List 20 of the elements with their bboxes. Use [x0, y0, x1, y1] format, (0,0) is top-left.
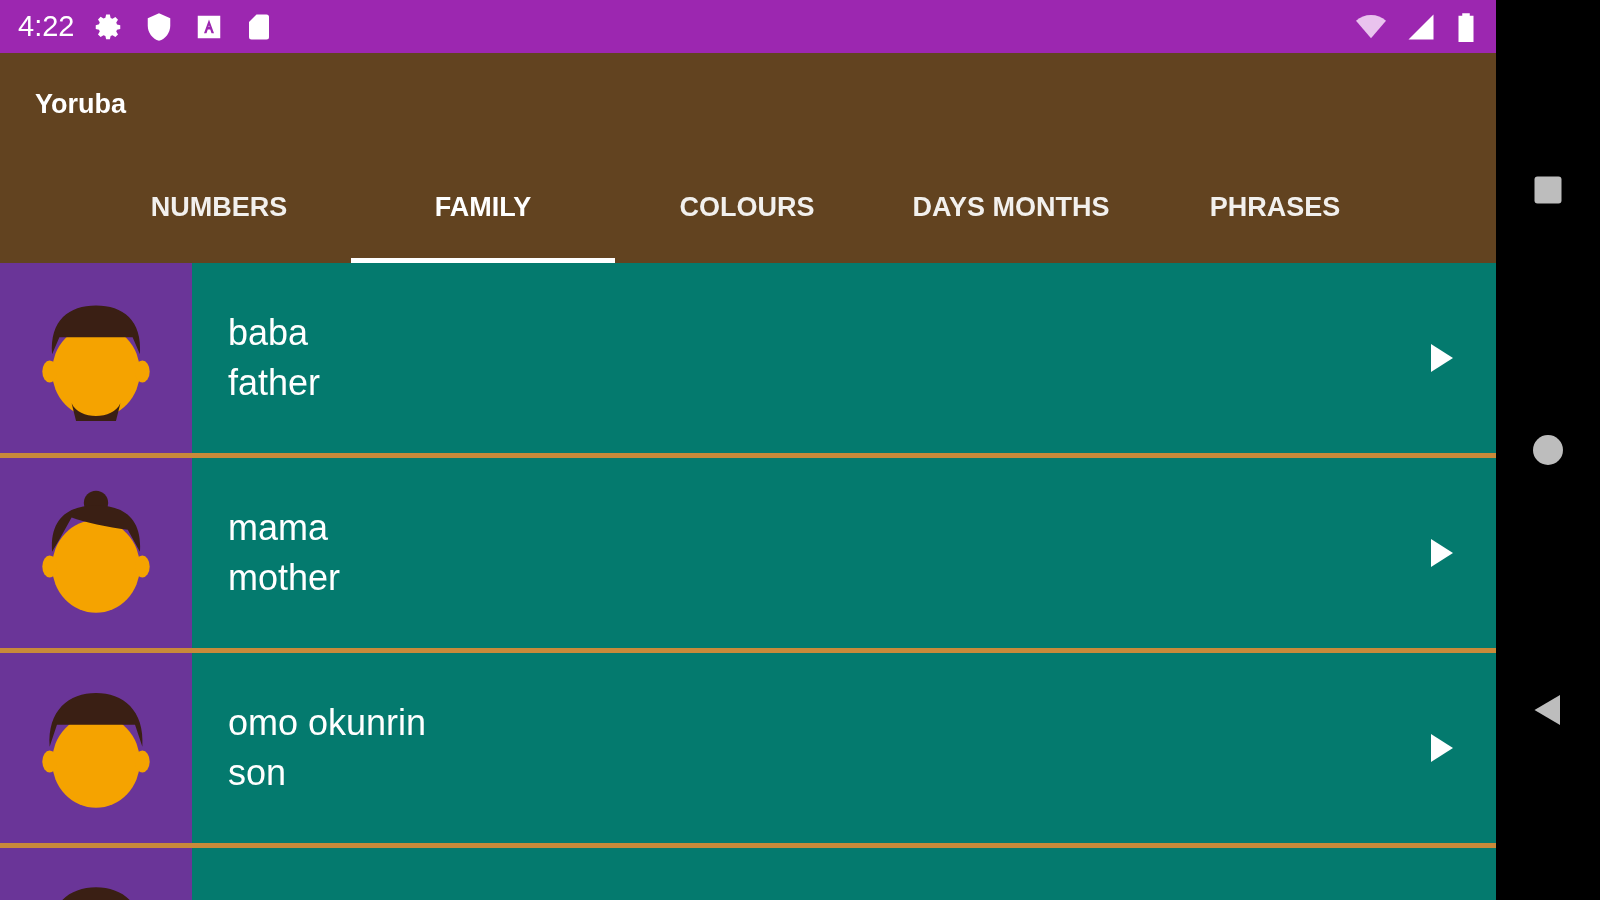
- home-icon[interactable]: [1530, 432, 1566, 468]
- battery-icon: [1456, 11, 1476, 42]
- play-icon[interactable]: [1430, 343, 1454, 373]
- tab[interactable]: COLOURS: [615, 157, 879, 263]
- tab[interactable]: NUMBERS: [87, 157, 351, 263]
- english-word: father: [228, 362, 321, 404]
- list-item[interactable]: omo okunrin son: [192, 653, 1496, 843]
- english-word: mother: [228, 557, 341, 599]
- yoruba-word: baba: [228, 312, 309, 354]
- yoruba-word: mama: [228, 507, 329, 549]
- tab[interactable]: DAYS MONTHS: [879, 157, 1143, 263]
- list-item[interactable]: baba father: [192, 263, 1496, 453]
- clock: 4:22: [18, 10, 75, 43]
- list-item[interactable]: mama mother: [192, 458, 1496, 648]
- play-icon[interactable]: [1430, 538, 1454, 568]
- yoruba-word: omo okunrin: [228, 702, 427, 744]
- tab[interactable]: PHRASES: [1143, 157, 1407, 263]
- play-icon[interactable]: [1430, 733, 1454, 763]
- app-title: Yoruba: [34, 88, 126, 121]
- english-word: son: [228, 752, 287, 794]
